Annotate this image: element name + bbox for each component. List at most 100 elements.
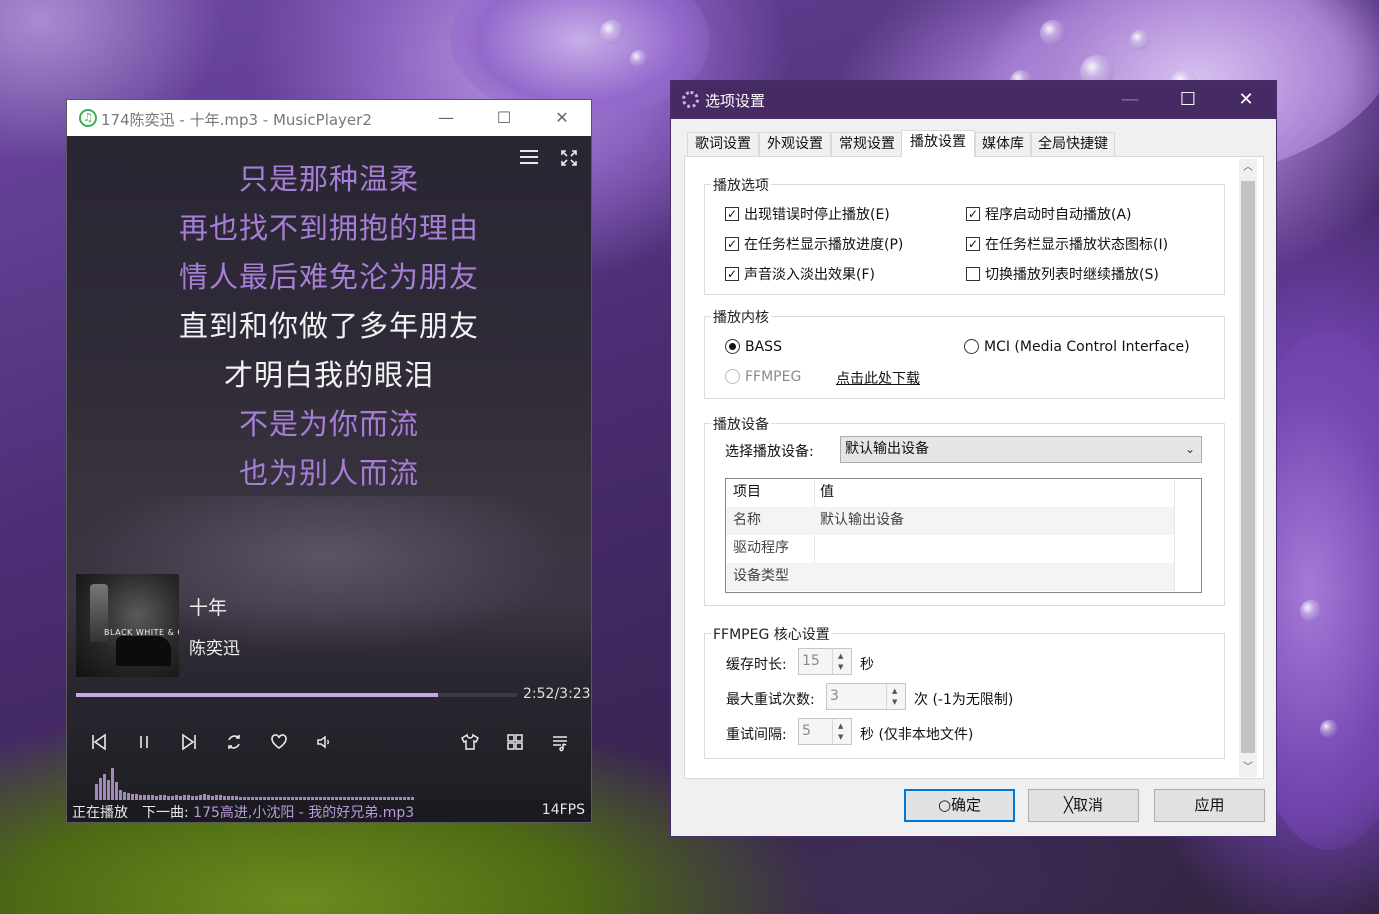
- next-icon[interactable]: [175, 732, 203, 756]
- radio-label: MCI (Media Control Interface): [984, 339, 1190, 355]
- song-artist: 陈奕迅: [189, 639, 240, 659]
- row-key: 名称: [733, 512, 761, 528]
- next-track-name: 175高进,小沈阳 - 我的好兄弟.mp3: [193, 805, 415, 821]
- chevron-down-icon: ⌄: [1184, 442, 1195, 456]
- device-select[interactable]: 默认输出设备 ⌄: [840, 436, 1202, 463]
- cache-duration-unit: 秒: [860, 657, 874, 673]
- radio-unselected-icon: [964, 338, 979, 354]
- radio-disabled-icon: [725, 368, 740, 384]
- retry-interval-unit: 秒 (仅非本地文件): [860, 727, 974, 743]
- checkbox-label: 出现错误时停止播放(E): [744, 207, 890, 223]
- max-retry-stepper[interactable]: 3 ▲ ▼: [826, 683, 906, 710]
- skin-icon[interactable]: [456, 732, 484, 756]
- taskbar-progress-checkbox[interactable]: ✓ 在任务栏显示播放进度(P): [725, 236, 903, 254]
- checkbox-checked-icon: ✓: [725, 267, 739, 281]
- fade-effect-checkbox[interactable]: ✓ 声音淡入淡出效果(F): [725, 266, 875, 284]
- core-group: 播放内核: [704, 307, 1225, 399]
- repeat-icon[interactable]: [220, 732, 248, 756]
- playlist-icon[interactable]: [546, 732, 574, 756]
- bass-radio[interactable]: BASS: [725, 338, 782, 356]
- next-track-label: 下一曲:: [142, 805, 189, 821]
- water-drop: [1130, 30, 1150, 50]
- progress-bar-fill: [76, 693, 438, 697]
- checkbox-label: 在任务栏显示播放状态图标(I): [985, 237, 1169, 253]
- water-drop: [1300, 600, 1322, 622]
- stepper-arrows[interactable]: ▲ ▼: [832, 649, 851, 674]
- stepper-arrows[interactable]: ▲ ▼: [832, 719, 851, 744]
- ok-button[interactable]: ○确定: [904, 789, 1015, 822]
- column-header[interactable]: 项目: [733, 479, 761, 505]
- core-label: 播放内核: [711, 307, 771, 327]
- player-titlebar[interactable]: ♫ 174陈奕迅 - 十年.mp3 - MusicPlayer2 — ☐ ✕: [67, 100, 591, 136]
- music-note-icon: ♫: [79, 109, 97, 127]
- spectrum-bar: [127, 793, 130, 800]
- minimize-button[interactable]: —: [417, 100, 475, 136]
- chevron-down-icon: ▼: [838, 733, 844, 741]
- stop-on-error-checkbox[interactable]: ✓ 出现错误时停止播放(E): [725, 206, 890, 224]
- chevron-up-icon[interactable]: ︿: [1239, 159, 1257, 177]
- progress-bar[interactable]: [76, 693, 517, 697]
- chevron-up-icon: ▲: [838, 722, 844, 730]
- spectrum-bar: [123, 792, 126, 800]
- apply-button[interactable]: 应用: [1154, 789, 1265, 822]
- lyric-line: 也为别人而流: [238, 456, 419, 490]
- cancel-button[interactable]: ╳取消: [1028, 789, 1139, 822]
- previous-icon[interactable]: [85, 732, 113, 756]
- stepper-value: 15: [802, 653, 820, 669]
- tab-appearance[interactable]: 外观设置: [759, 132, 831, 156]
- tab-media-library[interactable]: 媒体库: [975, 132, 1031, 156]
- maximize-button[interactable]: ☐: [1159, 81, 1217, 119]
- stepper-value: 3: [830, 688, 839, 704]
- checkbox-unchecked-icon: [966, 267, 980, 281]
- panel-scrollbar[interactable]: ︿ ﹀: [1239, 159, 1257, 777]
- cache-duration-stepper[interactable]: 15 ▲ ▼: [798, 648, 852, 675]
- fps-readout: 14FPS: [541, 802, 585, 818]
- volume-icon[interactable]: [310, 732, 338, 756]
- spectrum-bar: [111, 768, 114, 800]
- pause-icon[interactable]: [130, 732, 158, 756]
- stepper-arrows[interactable]: ▲ ▼: [886, 684, 905, 709]
- time-readout: 2:52/3:23: [523, 686, 591, 702]
- album-cover[interactable]: BLACK WHITE & GRAY: [76, 574, 179, 677]
- max-retry-label: 最大重试次数:: [726, 692, 815, 708]
- tab-playback[interactable]: 播放设置: [901, 130, 975, 157]
- table-row[interactable]: 设备类型: [726, 563, 1174, 591]
- table-header: 项目 值: [726, 479, 1174, 507]
- ffmpeg-download-link[interactable]: 点击此处下载: [836, 368, 920, 388]
- checkbox-label: 在任务栏显示播放进度(P): [744, 237, 904, 253]
- retry-interval-stepper[interactable]: 5 ▲ ▼: [798, 718, 852, 745]
- column-header[interactable]: 值: [820, 479, 834, 505]
- chevron-down-icon[interactable]: ﹀: [1239, 759, 1257, 777]
- water-drop: [1040, 20, 1066, 46]
- player-window-title: 174陈奕迅 - 十年.mp3 - MusicPlayer2: [101, 111, 372, 129]
- minimize-button: —: [1121, 89, 1139, 110]
- close-button[interactable]: ✕: [533, 100, 591, 136]
- table-row[interactable]: 名称 默认输出设备: [726, 507, 1174, 535]
- dialog-titlebar[interactable]: 选项设置 — ☐ ✕: [671, 81, 1276, 119]
- play-options-label: 播放选项: [711, 175, 771, 195]
- taskbar-status-icon-checkbox[interactable]: ✓ 在任务栏显示播放状态图标(I): [966, 236, 1168, 254]
- row-key: 设备类型: [733, 568, 789, 584]
- device-info-table[interactable]: 项目 值 名称 默认输出设备 驱动程序 设备类型: [725, 478, 1202, 593]
- layout-icon[interactable]: [501, 732, 529, 756]
- cancel-x-icon: ╳: [1063, 796, 1073, 814]
- chevron-down-icon: ▼: [838, 663, 844, 671]
- chevron-up-icon: ▲: [838, 652, 844, 660]
- select-device-label: 选择播放设备:: [725, 444, 814, 460]
- favorite-icon[interactable]: [265, 732, 293, 756]
- tab-global-hotkeys[interactable]: 全局快捷键: [1031, 132, 1115, 156]
- ok-circle-icon: ○: [937, 796, 952, 814]
- tab-lyrics[interactable]: 歌词设置: [687, 132, 759, 156]
- ffmpeg-radio: FFMPEG: [725, 368, 801, 386]
- autoplay-on-start-checkbox[interactable]: ✓ 程序启动时自动播放(A): [966, 206, 1132, 224]
- radio-label: FFMPEG: [745, 369, 802, 385]
- close-button[interactable]: ✕: [1217, 81, 1275, 119]
- continue-on-playlist-switch-checkbox[interactable]: 切换播放列表时继续播放(S): [966, 266, 1159, 284]
- tab-general[interactable]: 常规设置: [831, 132, 903, 156]
- table-row[interactable]: 驱动程序: [726, 535, 1174, 563]
- scrollbar-thumb[interactable]: [1241, 181, 1255, 753]
- checkbox-label: 程序启动时自动播放(A): [985, 207, 1132, 223]
- maximize-button[interactable]: ☐: [475, 100, 533, 136]
- checkbox-checked-icon: ✓: [725, 207, 739, 221]
- mci-radio[interactable]: MCI (Media Control Interface): [964, 338, 1190, 356]
